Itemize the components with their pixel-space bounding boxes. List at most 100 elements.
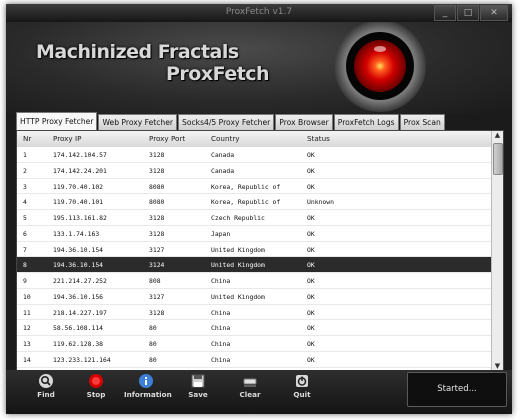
cell-proxy-port: 3127 — [149, 292, 165, 301]
tab-bar: HTTP Proxy Fetcher Web Proxy Fetcher Soc… — [16, 112, 446, 130]
table-row[interactable]: 9 221.214.27.252 808 China OK — [17, 273, 491, 289]
brand-company: Machinized Fractals — [36, 41, 239, 63]
table-row[interactable]: 12 58.56.108.114 80 China OK — [17, 320, 491, 336]
column-header-status[interactable]: Status — [307, 134, 330, 143]
cell-country: China — [211, 340, 231, 348]
column-header-nr[interactable]: Nr — [23, 134, 31, 143]
cell-status: OK — [307, 292, 315, 301]
cell-proxy-port: 80 — [149, 340, 157, 348]
table-row[interactable]: 14 123.233.121.164 80 China OK — [17, 351, 491, 368]
cell-nr: 13 — [23, 340, 31, 348]
table-row[interactable]: 2 174.142.24.201 3128 Canada OK — [17, 162, 491, 179]
close-button[interactable]: ✕ — [480, 5, 508, 21]
cell-proxy-ip: 195.113.161.82 — [53, 214, 107, 222]
table-row[interactable]: 1 174.142.104.57 3128 Canada OK — [17, 147, 491, 163]
table-row[interactable]: 13 119.62.128.38 80 China OK — [17, 336, 491, 352]
cell-nr: 5 — [23, 214, 27, 222]
table-row[interactable]: 7 194.36.10.154 3127 United Kingdom OK — [17, 241, 491, 258]
information-button[interactable]: Information — [124, 373, 172, 399]
cell-proxy-ip: 174.142.104.57 — [53, 151, 107, 159]
column-header-proxy-port[interactable]: Proxy Port — [149, 134, 185, 143]
table-row[interactable]: 5 195.113.161.82 3128 Czech Republic OK — [17, 210, 491, 226]
cell-nr: 4 — [23, 198, 27, 207]
cell-nr: 12 — [23, 324, 31, 333]
quit-label: Quit — [293, 390, 311, 399]
cell-nr: 1 — [23, 151, 27, 159]
cell-status: OK — [307, 182, 315, 191]
cell-status: OK — [307, 308, 315, 317]
cell-country: Korea, Republic of — [211, 182, 281, 191]
save-button[interactable]: Save — [176, 373, 220, 399]
cell-proxy-port: 3128 — [149, 166, 165, 175]
status-text: Started... — [437, 384, 477, 394]
table-row[interactable]: 11 218.14.227.197 3128 China OK — [17, 304, 491, 321]
cell-proxy-ip: 174.142.24.201 — [53, 166, 107, 175]
cell-status: OK — [307, 245, 315, 254]
cell-proxy-port: 808 — [149, 277, 161, 285]
scroll-up-arrow-icon[interactable]: ▲ — [493, 131, 502, 140]
window-controls: _ □ ✕ — [434, 5, 508, 21]
find-button[interactable]: Find — [24, 373, 68, 399]
cell-status: OK — [307, 151, 315, 159]
tab-prox-scan[interactable]: Prox Scan — [399, 114, 445, 130]
quit-button[interactable]: Quit — [280, 373, 324, 399]
cell-status: OK — [307, 229, 315, 238]
tab-web-proxy-fetcher[interactable]: Web Proxy Fetcher — [98, 114, 178, 130]
table-row[interactable]: 10 194.36.10.156 3127 United Kingdom OK — [17, 288, 491, 305]
clear-label: Clear — [239, 390, 261, 399]
cell-proxy-ip: 218.14.227.197 — [53, 308, 107, 317]
cell-proxy-port: 3127 — [149, 245, 165, 254]
cell-status: OK — [307, 214, 315, 222]
table-body: 1 174.142.104.57 3128 Canada OK 2 174.142.24.2… — [17, 147, 491, 368]
column-header-country[interactable]: Country — [211, 134, 240, 143]
cell-country: United Kingdom — [211, 245, 265, 254]
tab-socks-proxy-fetcher[interactable]: Socks4/5 Proxy Fetcher — [178, 114, 275, 130]
cell-country: Canada — [211, 151, 235, 159]
header-banner: Machinized Fractals ProxFetch — [6, 22, 512, 114]
cell-proxy-ip: 194.36.10.154 — [53, 245, 104, 254]
cell-country: United Kingdom — [211, 261, 265, 270]
tab-prox-browser[interactable]: Prox Browser — [275, 114, 333, 130]
cell-proxy-ip: 119.70.40.102 — [53, 182, 104, 191]
table-row[interactable]: 4 119.70.40.101 8080 Korea, Republic of Unkn… — [17, 194, 491, 210]
cell-country: China — [211, 308, 231, 317]
tab-proxfetch-logs[interactable]: ProxFetch Logs — [333, 114, 399, 130]
clear-button[interactable]: Clear — [228, 373, 272, 399]
cell-status: OK — [307, 355, 315, 364]
cell-proxy-port: 3124 — [149, 261, 165, 270]
cell-nr: 9 — [23, 277, 27, 285]
cell-proxy-ip: 221.214.27.252 — [53, 277, 107, 285]
cell-country: China — [211, 277, 231, 285]
cell-nr: 14 — [23, 355, 31, 364]
magnifier-icon — [39, 374, 53, 388]
bottom-toolbar: Find Stop Information Save Clear Quit St… — [6, 370, 512, 414]
cell-proxy-port: 8080 — [149, 198, 165, 207]
scrollbar-thumb[interactable] — [493, 143, 503, 175]
eraser-icon — [243, 378, 257, 387]
cell-country: China — [211, 355, 231, 364]
cell-proxy-port: 3128 — [149, 308, 165, 317]
maximize-button[interactable]: □ — [457, 5, 479, 21]
minimize-button[interactable]: _ — [434, 5, 456, 21]
cell-nr: 8 — [23, 261, 27, 270]
table-row[interactable]: 3 119.70.40.102 8080 Korea, Republic of OK — [17, 178, 491, 195]
title-bar[interactable]: ProxFetch v1.7 _ □ ✕ — [6, 4, 512, 22]
cell-status: OK — [307, 340, 315, 348]
cell-proxy-port: 80 — [149, 355, 157, 364]
column-header-proxy-ip[interactable]: Proxy IP — [53, 134, 81, 143]
table-row[interactable]: 6 133.1.74.163 3128 Japan OK — [17, 225, 491, 242]
cell-country: Canada — [211, 166, 235, 175]
status-panel: Started... — [407, 372, 507, 407]
cell-proxy-ip: 133.1.74.163 — [53, 229, 100, 238]
proxy-list-panel: Nr Proxy IP Proxy Port Country Status 11… — [16, 130, 504, 372]
table-row[interactable]: 8 194.36.10.154 3124 United Kingdom OK — [17, 257, 491, 273]
cell-proxy-port: 3128 — [149, 214, 165, 222]
cell-nr: 10 — [23, 292, 31, 301]
cell-proxy-port: 8080 — [149, 182, 165, 191]
cell-status: OK — [307, 277, 315, 285]
cell-proxy-port: 3128 — [149, 229, 165, 238]
vertical-scrollbar[interactable]: ▲ ▼ — [491, 131, 503, 371]
brand-product: ProxFetch — [166, 63, 270, 85]
stop-button[interactable]: Stop — [74, 373, 118, 399]
tab-http-proxy-fetcher[interactable]: HTTP Proxy Fetcher — [16, 112, 98, 130]
